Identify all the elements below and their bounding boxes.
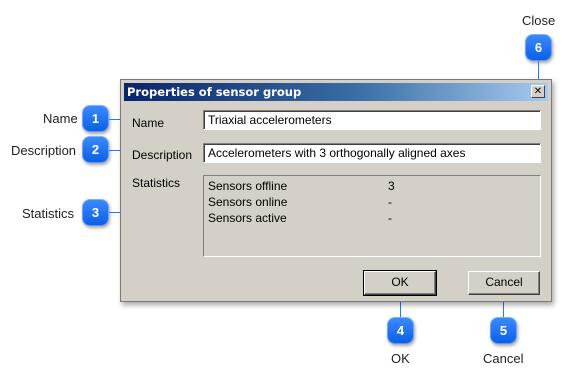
stat-label-active: Sensors active: [208, 211, 287, 225]
cancel-button[interactable]: Cancel: [468, 271, 540, 295]
stat-label-online: Sensors online: [208, 195, 288, 209]
callout-label-statistics: Statistics: [22, 206, 75, 221]
statistics-label: Statistics: [132, 176, 181, 190]
description-field[interactable]: Accelerometers with 3 orthogonally align…: [203, 143, 541, 163]
close-button[interactable]: ✕: [531, 85, 545, 98]
callout-badge-2: 2: [82, 136, 109, 163]
callout-badge-4: 4: [387, 317, 414, 344]
properties-dialog: Properties of sensor group ✕ Name Triaxi…: [120, 79, 552, 302]
callout-badge-1: 1: [82, 105, 109, 132]
dialog-titlebar[interactable]: Properties of sensor group ✕: [124, 83, 548, 101]
ok-button[interactable]: OK: [363, 270, 437, 296]
stat-value-active: -: [388, 211, 392, 225]
stat-label-offline: Sensors offline: [208, 179, 288, 193]
callout-label-cancel: Cancel: [483, 351, 524, 366]
stat-value-online: -: [388, 195, 392, 209]
callout-label-ok: OK: [391, 351, 410, 366]
stat-value-offline: 3: [388, 179, 395, 193]
close-icon: ✕: [533, 86, 543, 97]
callout-label-close: Close: [522, 13, 556, 28]
callout-badge-3: 3: [82, 199, 109, 226]
callout-badge-5: 5: [490, 317, 517, 344]
statistics-box: Sensors offline 3 Sensors online - Senso…: [203, 175, 541, 257]
callout-label-name: Name: [43, 111, 78, 126]
callout-label-description: Description: [11, 143, 77, 158]
callout-badge-6: 6: [525, 34, 552, 61]
name-field[interactable]: Triaxial accelerometers: [203, 110, 541, 130]
dialog-title: Properties of sensor group: [127, 85, 302, 99]
description-label: Description: [132, 148, 193, 162]
name-label: Name: [132, 116, 165, 130]
